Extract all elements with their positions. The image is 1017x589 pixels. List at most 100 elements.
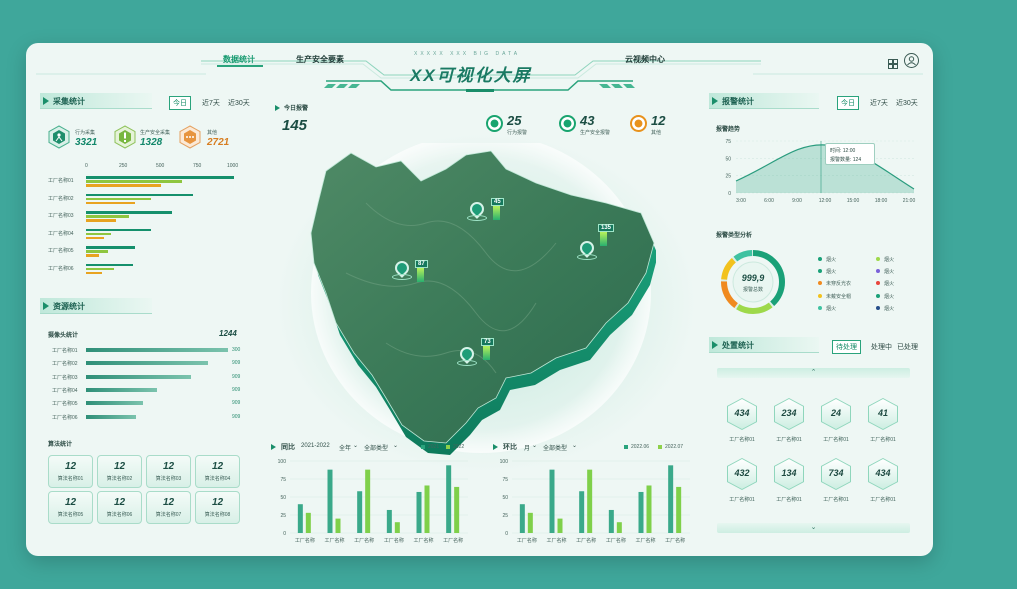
handling-item[interactable]: 24 工厂名称01 (816, 398, 856, 448)
alarm-stat-ring-icon (486, 115, 503, 132)
resource-title: 资源统计 (53, 302, 85, 311)
yoy-chevron-down-icon[interactable]: ⌄ (393, 442, 398, 449)
camera-bar (86, 401, 143, 406)
collection-bar (86, 250, 109, 253)
legend-label: 烟火 (884, 281, 895, 288)
alarm-filter-7d[interactable]: 近7天 (870, 98, 888, 108)
algo-count: 12 (162, 497, 175, 508)
handling-tab-done[interactable]: 已处理 (897, 342, 918, 352)
x-tick-label: 9:00 (792, 198, 802, 204)
collection-stat-label: 其他 (207, 130, 218, 136)
handling-item[interactable]: 234 工厂名称01 (769, 398, 809, 448)
y-tick-label: 50 (280, 495, 286, 501)
behavior-collect-icon (48, 125, 70, 149)
algo-count: 12 (64, 461, 77, 472)
legend-dot (876, 293, 880, 298)
alarm-trend-chart: 0 25 50 75 3:00 6:00 9:00 12:00 15:00 18:00 21:00 (725, 139, 915, 204)
bar-series-a (519, 504, 525, 533)
resource-section-header: 资源统计 (40, 298, 152, 314)
handling-item[interactable]: 134 工厂名称01 (769, 458, 809, 508)
algo-card[interactable]: 12 算法名称07 (146, 491, 191, 524)
handling-item[interactable]: 734 工厂名称01 (816, 458, 856, 508)
y-tick-label: 75 (725, 139, 731, 145)
handling-factory-name: 工厂名称01 (823, 497, 849, 503)
mom-arrow-icon (493, 444, 498, 450)
section-arrow-icon (43, 97, 49, 105)
x-tick-label: 工厂名称 (546, 537, 566, 544)
nav-cloud-video[interactable]: 云视频中心 (625, 54, 665, 65)
camera-row-value: 909 (232, 400, 241, 407)
algo-card[interactable]: 12 算法名称02 (97, 455, 142, 488)
handling-factory-name: 工厂名称01 (729, 437, 755, 443)
tooltip-time: 时间: 12:00 (830, 148, 856, 154)
algo-card[interactable]: 12 算法名称06 (97, 491, 142, 524)
collection-bar (86, 263, 134, 266)
camera-row-label: 工厂名称06 (52, 414, 78, 421)
y-tick-label: 0 (728, 191, 731, 197)
handling-item[interactable]: 434 工厂名称01 (722, 398, 762, 448)
nav-safety-elements[interactable]: 生产安全要素 (296, 54, 344, 65)
bar-series-b (527, 512, 533, 533)
alarm-filter-today[interactable]: 今日 (837, 96, 859, 110)
collection-stat-value: 3321 (75, 137, 98, 148)
yoy-chevron-down-icon[interactable]: ⌄ (353, 442, 358, 449)
collection-bar (86, 193, 193, 196)
legend-label: 烟火 (884, 305, 895, 312)
handling-tab-pending[interactable]: 待处理 (832, 340, 861, 354)
bar-series-a (608, 509, 614, 533)
filter-30d[interactable]: 近30天 (228, 98, 250, 108)
handling-item[interactable]: 41 工厂名称01 (863, 398, 903, 448)
trend-tooltip: 时间: 12:00 报警数量: 124 (825, 143, 875, 165)
alarm-filter-30d[interactable]: 近30天 (896, 98, 918, 108)
algo-card[interactable]: 12 算法名称08 (195, 491, 240, 524)
algo-card[interactable]: 12 算法名称01 (48, 455, 93, 488)
mom-bar-chart: 0 25 50 75 100 工厂名称 工厂名称 工厂名称 工厂名称 工厂名称 工厂名称 (500, 459, 690, 544)
handling-count: 24 (830, 408, 841, 418)
safety-collect-icon (114, 125, 136, 149)
user-icon[interactable] (904, 53, 919, 68)
collection-bar (86, 176, 234, 179)
algo-card[interactable]: 12 算法名称05 (48, 491, 93, 524)
algo-card[interactable]: 12 算法名称04 (195, 455, 240, 488)
filter-today[interactable]: 今日 (169, 96, 191, 110)
algo-count: 12 (211, 461, 224, 472)
yoy-type-select[interactable]: 全部类型 (364, 443, 388, 452)
screen: 数据统计 生产安全要素 云视频中心 XXXXX XXX BIG DATA XX可… (0, 0, 1017, 589)
handling-tab-processing[interactable]: 处理中 (871, 342, 892, 352)
handling-factory-name: 工厂名称01 (870, 497, 896, 503)
mom-period-select[interactable]: 月 (524, 443, 530, 452)
mom-type-select[interactable]: 全部类型 (543, 443, 567, 452)
handling-count: 434 (734, 408, 750, 418)
y-tick-label: 50 (725, 156, 731, 162)
handling-item[interactable]: 434 工厂名称01 (863, 458, 903, 508)
bar-series-a (446, 465, 452, 533)
y-tick-label: 0 (283, 531, 286, 537)
collection-stat-value: 1328 (140, 137, 163, 148)
yoy-period-select[interactable]: 全年 (339, 443, 351, 452)
handling-item[interactable]: 432 工厂名称01 (722, 458, 762, 508)
collection-row-label: 工厂名称01 (48, 178, 74, 184)
handling-scroll-up-button[interactable]: ⌃ (717, 368, 910, 378)
bar-series-b (646, 485, 652, 533)
yoy-title: 同比 (281, 444, 295, 451)
camera-total: 1244 (219, 329, 237, 338)
algo-card[interactable]: 12 算法名称03 (146, 455, 191, 488)
donut-total-value: 999,9 (741, 273, 765, 283)
y-tick-label: 75 (502, 477, 508, 483)
handling-count: 734 (828, 468, 844, 478)
nav-data-stats[interactable]: 数据统计 (223, 54, 255, 65)
collection-row-label: 工厂名称06 (48, 265, 74, 272)
handling-count: 234 (781, 408, 797, 418)
grid-icon[interactable] (888, 56, 898, 69)
map-marker-value: 45 (491, 198, 504, 206)
province-map[interactable] (306, 133, 658, 463)
bar-series-b (676, 486, 682, 533)
mom-chevron-down-icon[interactable]: ⌄ (572, 442, 577, 449)
mom-chevron-down-icon[interactable]: ⌄ (532, 442, 537, 449)
map-marker-value: 135 (598, 224, 615, 232)
filter-7d[interactable]: 近7天 (202, 98, 220, 108)
handling-factory-name: 工厂名称01 (729, 497, 755, 503)
handling-scroll-down-button[interactable]: ⌄ (717, 523, 910, 533)
collection-axis-tick: 750 (193, 163, 202, 169)
legend-dot (876, 281, 880, 286)
